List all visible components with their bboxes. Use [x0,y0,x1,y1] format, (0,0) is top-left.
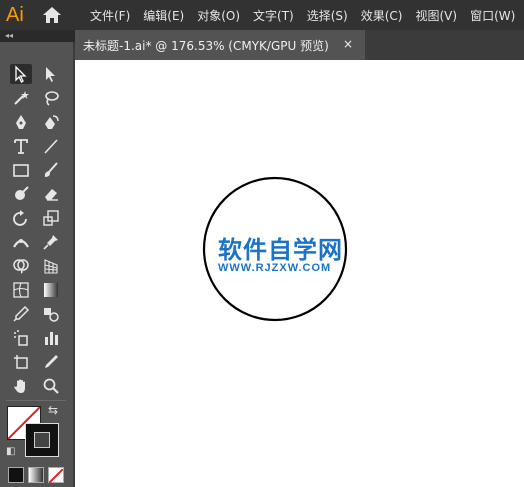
menu-file[interactable]: 文件(F) [90,7,130,24]
stroke-color-swatch[interactable] [25,423,59,457]
menu-window[interactable]: 窗口(W) [470,7,515,24]
app-logo: Ai [6,4,24,26]
close-tab-icon[interactable]: × [343,37,353,51]
curvature-tool-icon[interactable] [40,112,62,132]
shaper-tool-icon[interactable] [10,184,32,204]
perspective-grid-tool-icon[interactable] [40,256,62,276]
main-menu: 文件(F) 编辑(E) 对象(O) 文字(T) 选择(S) 效果(C) 视图(V… [90,0,524,30]
scale-tool-icon[interactable] [40,208,62,228]
menu-bar: Ai 文件(F) 编辑(E) 对象(O) 文字(T) 选择(S) 效果(C) 视… [0,0,524,30]
none-mode-icon[interactable] [48,467,64,484]
magic-wand-tool-icon[interactable] [10,88,32,108]
watermark-title: 软件自学网 [218,236,343,264]
blend-tool-icon[interactable] [40,304,62,324]
selection-tool-icon[interactable] [10,64,32,84]
direct-selection-tool-icon[interactable] [40,64,62,84]
gradient-tool-icon[interactable] [40,280,62,300]
collapse-toolbar-button[interactable]: ◂◂ [5,31,13,40]
menu-view[interactable]: 视图(V) [415,7,457,24]
rotate-tool-icon[interactable] [10,208,32,228]
lasso-tool-icon[interactable] [40,88,62,108]
mesh-tool-icon[interactable] [10,280,32,300]
document-tab[interactable]: 未标题-1.ai* @ 176.53% (CMYK/GPU 预览) × [75,30,365,60]
document-tab-title: 未标题-1.ai* @ 176.53% (CMYK/GPU 预览) [83,38,329,53]
symbol-sprayer-tool-icon[interactable] [10,328,32,348]
home-icon[interactable] [42,6,62,24]
puppet-warp-tool-icon[interactable] [40,232,62,252]
watermark-url: WWW.RJZXW.COM [218,262,332,274]
stroke-inner-square [34,432,50,448]
default-colors-icon[interactable]: ◧ [6,446,15,457]
menu-effect[interactable]: 效果(C) [361,7,403,24]
menu-edit[interactable]: 编辑(E) [143,7,184,24]
line-segment-tool-icon[interactable] [40,136,62,156]
swap-fill-stroke-icon[interactable]: ⇆ [48,403,58,417]
artboard-tool-icon[interactable] [10,352,32,372]
menu-object[interactable]: 对象(O) [197,7,240,24]
menu-select[interactable]: 选择(S) [307,7,348,24]
width-tool-icon[interactable] [10,232,32,252]
eraser-tool-icon[interactable] [40,184,62,204]
slice-tool-icon[interactable] [40,352,62,372]
zoom-tool-icon[interactable] [40,376,62,396]
eyedropper-tool-icon[interactable] [10,304,32,324]
pen-tool-icon[interactable] [10,112,32,132]
shape-builder-tool-icon[interactable] [10,256,32,276]
rectangle-tool-icon[interactable] [10,160,32,180]
document-tab-bar: 未标题-1.ai* @ 176.53% (CMYK/GPU 预览) × [75,30,524,60]
color-mode-icon[interactable] [8,467,24,483]
paintbrush-tool-icon[interactable] [40,160,62,180]
type-tool-icon[interactable] [10,136,32,156]
hand-tool-icon[interactable] [10,376,32,396]
tools-divider [6,400,66,401]
column-graph-tool-icon[interactable] [40,328,62,348]
menu-type[interactable]: 文字(T) [253,7,294,24]
gradient-mode-icon[interactable] [28,467,44,483]
